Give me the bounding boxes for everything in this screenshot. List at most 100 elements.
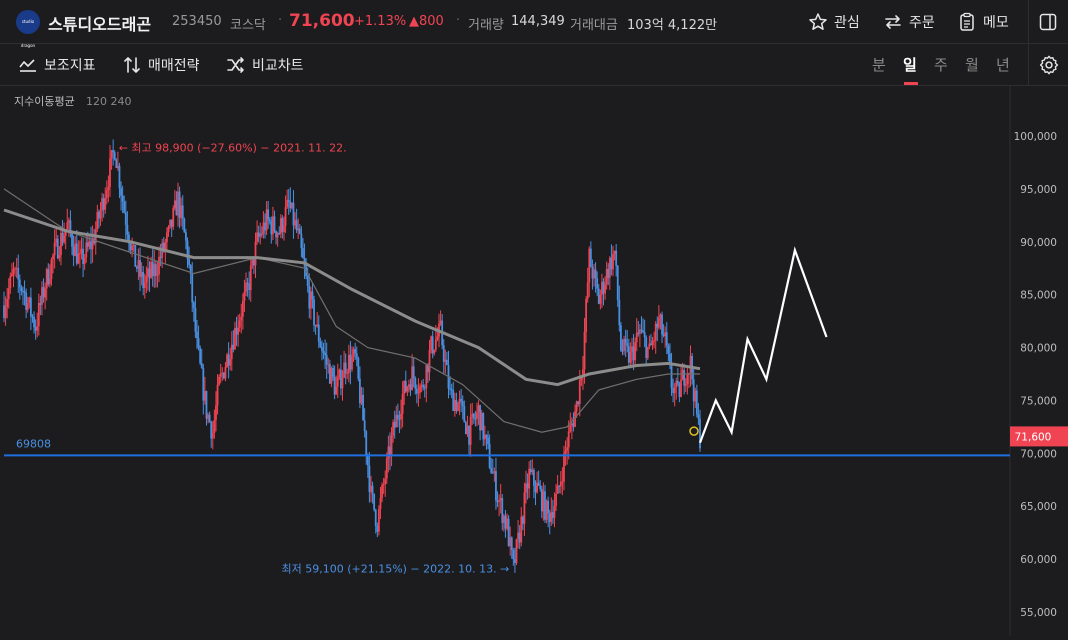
candle-body: [175, 200, 178, 216]
candle-body: [377, 508, 380, 532]
candle-body: [272, 216, 274, 235]
y-tick-label: 65,000: [1020, 501, 1057, 513]
candle-body: [446, 359, 448, 366]
candle-body: [404, 381, 407, 392]
candle-body: [61, 233, 64, 243]
panel-toggle-icon[interactable]: [1038, 12, 1058, 32]
candle-body: [469, 416, 472, 445]
stock-name[interactable]: 스튜디오드래곤: [48, 11, 151, 35]
candle-body: [396, 414, 399, 419]
candle-body: [159, 256, 162, 258]
candle-body: [605, 269, 608, 285]
candle-body: [485, 434, 488, 438]
legend-periods: 120 240: [86, 95, 132, 108]
candle-body: [86, 242, 89, 247]
candle-body: [352, 349, 355, 357]
candle-body: [188, 258, 190, 265]
candle-body: [232, 344, 235, 350]
period-minute-tab[interactable]: 분: [872, 54, 886, 75]
candle-body: [635, 332, 638, 343]
candle-body: [219, 373, 222, 377]
candle-body: [325, 355, 328, 365]
memo-button[interactable]: 메모: [957, 10, 1009, 34]
candle-body: [158, 256, 160, 275]
candle-body: [235, 328, 238, 335]
candle-body: [169, 219, 171, 227]
candle-body: [6, 298, 9, 308]
order-label: 주문: [909, 15, 935, 31]
candle-body: [17, 268, 20, 280]
candle-body: [593, 269, 595, 279]
candle-body: [381, 485, 383, 499]
gear-icon[interactable]: [1038, 54, 1060, 76]
candle-body: [601, 281, 603, 295]
candle-body: [327, 364, 330, 366]
candle-body: [25, 292, 28, 310]
candle-body: [540, 488, 543, 512]
candle-body: [572, 423, 575, 427]
candle-body: [47, 269, 50, 285]
candle-body: [222, 372, 225, 379]
watch-button[interactable]: 관심: [808, 10, 860, 34]
candle-body: [224, 367, 227, 379]
chart-svg[interactable]: 100,000 95,000 90,000 85,000 80,000 75,000 70,…: [0, 86, 1068, 636]
strategy-label: 매매전략: [148, 58, 200, 74]
candle-body: [525, 483, 527, 493]
candle-body: [278, 233, 281, 235]
candle-body: [267, 209, 270, 220]
candle-body: [442, 345, 445, 362]
period-day-tab[interactable]: 일: [903, 54, 917, 75]
candle-body: [202, 367, 205, 401]
candle-body: [112, 150, 115, 153]
candle-body: [398, 418, 401, 420]
candle-body: [246, 282, 249, 284]
candle-body: [105, 190, 108, 199]
candle-body: [227, 354, 230, 366]
candle-body: [335, 386, 338, 395]
candle-body: [419, 385, 421, 393]
period-year-tab[interactable]: 년: [996, 54, 1010, 75]
candle-body: [33, 316, 35, 328]
candle-body: [547, 500, 550, 514]
volume-label: 거래량: [468, 18, 504, 33]
candle-body: [357, 358, 360, 379]
candle-body: [570, 423, 573, 426]
indicators-button[interactable]: 보조지표: [18, 55, 96, 75]
candle-body: [411, 366, 414, 390]
y-tick-label: 80,000: [1020, 343, 1057, 355]
candle-body: [121, 195, 124, 202]
candle-body: [311, 291, 314, 300]
candle-body: [376, 525, 379, 532]
candle-body: [506, 518, 508, 529]
candle-body: [387, 446, 390, 459]
candles: [3, 139, 701, 573]
candle-body: [172, 207, 175, 227]
candle-body: [422, 384, 425, 388]
price-chart[interactable]: 100,000 95,000 90,000 85,000 80,000 75,000 70,…: [0, 86, 1068, 636]
candle-body: [431, 336, 434, 354]
candle-body: [509, 537, 512, 547]
candle-body: [196, 331, 198, 339]
candle-body: [194, 308, 197, 332]
period-month-tab[interactable]: 월: [965, 54, 979, 75]
candle-body: [567, 431, 570, 448]
candle-body: [550, 512, 553, 522]
candle-body: [536, 482, 538, 493]
order-button[interactable]: 주문: [883, 10, 935, 34]
strategy-button[interactable]: 매매전략: [122, 55, 200, 75]
candle-body: [667, 345, 670, 354]
candle-body: [180, 205, 183, 218]
candle-body: [514, 559, 516, 564]
candle-body: [286, 199, 289, 208]
projection-zigzag: [698, 246, 828, 444]
period-week-tab[interactable]: 주: [934, 54, 948, 75]
candle-body: [74, 243, 77, 256]
candle-body: [458, 398, 461, 404]
candle-body: [245, 282, 247, 292]
compare-button[interactable]: 비교차트: [226, 55, 304, 75]
candle-body: [113, 152, 116, 160]
candle-body: [50, 259, 53, 279]
candle-body: [71, 233, 73, 247]
volume-value: 144,349: [511, 14, 565, 29]
candle-body: [302, 248, 304, 259]
